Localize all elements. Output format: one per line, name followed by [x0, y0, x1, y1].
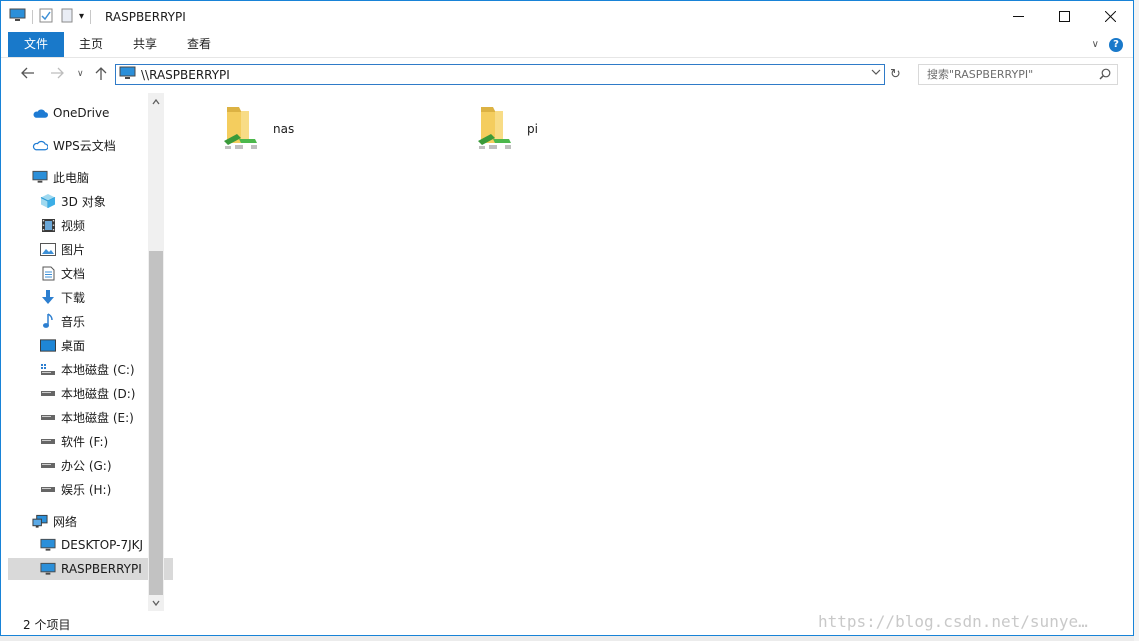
drive-icon	[40, 409, 56, 425]
sidebar-item-label: 软件 (F:)	[61, 434, 109, 449]
content-pane: nas pi	[166, 93, 1133, 613]
sidebar-item-label: 文档	[61, 266, 86, 281]
ribbon-tabs: 文件 主页 共享 查看 ∨ ?	[1, 32, 1133, 58]
shared-folder-icon	[475, 103, 515, 154]
network-icon	[32, 513, 48, 529]
back-arrow-icon[interactable]	[21, 67, 35, 83]
window-controls	[995, 1, 1133, 32]
maximize-button[interactable]	[1041, 1, 1087, 32]
drive-icon	[40, 481, 56, 497]
tab-share[interactable]: 共享	[118, 32, 172, 57]
sidebar-item-label: 音乐	[61, 314, 86, 329]
computer-icon	[32, 169, 48, 185]
toolbar-separator	[32, 9, 33, 24]
sidebar-item-label: 下载	[61, 290, 86, 305]
download-icon	[40, 289, 56, 305]
item-count: 2 个项目	[23, 617, 71, 632]
sidebar-item-label: 办公 (G:)	[61, 458, 112, 473]
search-input[interactable]	[927, 68, 1097, 81]
sidebar-item-label: 桌面	[61, 338, 86, 353]
item-name: pi	[527, 122, 538, 136]
drive-icon	[40, 457, 56, 473]
address-bar[interactable]: \\RASPBERRYPI	[115, 64, 885, 85]
tab-file[interactable]: 文件	[8, 32, 64, 57]
explorer-window: ▾ RASPBERRYPI 文件 主页 共享 查看 ∨ ? ∨ \\RASPBE…	[0, 0, 1134, 636]
close-button[interactable]	[1087, 1, 1133, 32]
item-name: nas	[273, 122, 295, 136]
computer-icon	[40, 537, 56, 553]
scroll-up-icon[interactable]	[148, 94, 164, 110]
3d-objects-icon	[40, 193, 56, 209]
sidebar-item-label: 视频	[61, 218, 86, 233]
computer-icon	[119, 66, 136, 83]
sidebar-item-label: 本地磁盘 (E:)	[61, 410, 134, 425]
sidebar-item-label: 网络	[53, 514, 78, 529]
up-arrow-icon[interactable]	[95, 67, 107, 85]
help-icon[interactable]: ?	[1109, 37, 1123, 52]
sidebar-item-label: RASPBERRYPI	[61, 562, 142, 576]
shared-folder-icon	[221, 103, 261, 154]
toolbar-separator	[90, 9, 92, 24]
tab-home[interactable]: 主页	[64, 32, 118, 57]
sidebar-item-label: 此电脑	[53, 170, 90, 185]
computer-icon	[9, 8, 26, 25]
computer-icon	[40, 561, 56, 577]
bottom-edge	[0, 636, 1139, 641]
pictures-icon	[40, 241, 56, 257]
refresh-icon[interactable]: ↻	[890, 67, 901, 82]
drive-icon	[40, 385, 56, 401]
ribbon-right-controls: ∨ ?	[1092, 32, 1123, 57]
new-folder-icon[interactable]	[61, 8, 73, 26]
video-icon	[40, 217, 56, 233]
wps-cloud-icon	[32, 137, 48, 153]
music-icon	[40, 313, 56, 329]
desktop-icon	[40, 337, 56, 353]
title-bar: ▾ RASPBERRYPI	[1, 1, 1133, 32]
scroll-thumb[interactable]	[149, 251, 163, 595]
expand-ribbon-icon[interactable]: ∨	[1092, 39, 1099, 50]
recent-locations-icon[interactable]: ∨	[77, 69, 84, 79]
sidebar-item-label: 本地磁盘 (C:)	[61, 362, 135, 377]
search-box[interactable]	[918, 64, 1118, 85]
sidebar-item-label: 本地磁盘 (D:)	[61, 386, 136, 401]
minimize-button[interactable]	[995, 1, 1041, 32]
tab-view[interactable]: 查看	[172, 32, 226, 57]
navigation-scrollbar[interactable]	[148, 93, 164, 611]
content-item-nas[interactable]: nas	[221, 103, 294, 154]
content-item-pi[interactable]: pi	[475, 103, 538, 154]
sidebar-item-label: DESKTOP-7JKJ	[61, 538, 144, 552]
navigation-pane: OneDrive WPS云文档 此电脑 3D 对象 视频 图片 文档 下载 音乐…	[1, 93, 173, 613]
customize-toolbar-icon[interactable]: ▾	[79, 11, 84, 22]
quick-access-toolbar: ▾	[9, 1, 97, 32]
forward-arrow-icon[interactable]	[50, 67, 64, 83]
properties-icon[interactable]	[39, 8, 53, 26]
watermark: https://blog.csdn.net/sunye…	[818, 612, 1088, 631]
address-row: ∨ \\RASPBERRYPI ↻	[1, 58, 1133, 92]
sidebar-item-label: 图片	[61, 242, 86, 257]
address-dropdown-icon[interactable]	[871, 67, 881, 80]
address-path[interactable]: \\RASPBERRYPI	[141, 68, 230, 82]
sidebar-item-label: 娱乐 (H:)	[61, 482, 112, 497]
documents-icon	[40, 265, 56, 281]
scroll-down-icon[interactable]	[148, 595, 164, 611]
sidebar-item-label: WPS云文档	[53, 138, 116, 153]
sidebar-item-label: 3D 对象	[61, 194, 106, 209]
onedrive-cloud-icon	[32, 105, 48, 121]
drive-icon	[40, 433, 56, 449]
system-drive-icon	[40, 361, 56, 377]
sidebar-item-label: OneDrive	[53, 106, 110, 120]
window-title: RASPBERRYPI	[105, 9, 186, 24]
search-icon[interactable]	[1099, 68, 1111, 83]
right-edge	[1134, 0, 1139, 641]
